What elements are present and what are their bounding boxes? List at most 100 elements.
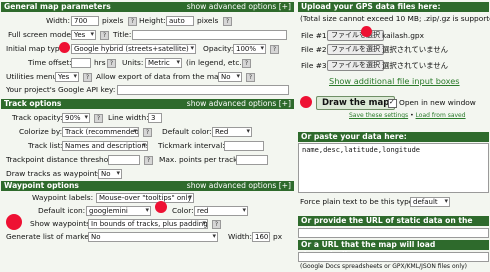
waypoint-width-label: Width:	[228, 232, 252, 241]
width-unit: pixels	[102, 16, 124, 25]
track-opacity-label: Track opacity:	[12, 113, 63, 122]
dynamic-header: Or a URL that the map will load dynamica…	[298, 240, 489, 259]
settings-separator: •	[410, 112, 414, 119]
waypoint-color-select[interactable]: red	[194, 206, 248, 216]
track-advanced-link[interactable]: show advanced options [+]	[187, 99, 291, 109]
file2-filename: 選択されていません	[382, 45, 449, 54]
height-unit: pixels	[197, 16, 219, 25]
title-input[interactable]	[132, 30, 287, 40]
default-color-select[interactable]: Red	[212, 127, 252, 137]
additional-files-link[interactable]: Show additional file input boxes	[329, 76, 460, 86]
max-points-label: Max. points per track:	[159, 155, 240, 164]
opacity-help-icon[interactable]: ?	[270, 45, 279, 54]
units-help-icon[interactable]: ?	[242, 59, 251, 68]
load-saved-link[interactable]: Load from saved	[416, 112, 466, 119]
force-type-select[interactable]: default	[410, 197, 450, 207]
height-help-icon[interactable]: ?	[223, 17, 232, 26]
file3-label: File #3	[301, 61, 327, 70]
line-width-input[interactable]: 3	[148, 113, 162, 123]
tickmark-input[interactable]	[224, 141, 264, 151]
upload-header-title: Upload your GPS data files here:	[301, 2, 441, 11]
generate-list-select[interactable]: No	[88, 232, 218, 242]
utilities-select[interactable]: Yes	[55, 72, 79, 82]
track-list-label: Track list:	[28, 141, 64, 150]
distance-threshold-input[interactable]	[108, 155, 140, 165]
force-type-label: Force plain text to be this type:	[300, 197, 416, 206]
draw-waypoints-label: Draw tracks as waypoints:	[6, 169, 104, 178]
file1-filename: kailash.gpx	[382, 31, 424, 40]
track-opacity-select[interactable]: 90%	[62, 113, 90, 123]
time-offset-unit: hrs	[94, 58, 106, 67]
time-offset-help-icon[interactable]: ?	[107, 59, 116, 68]
height-input[interactable]: auto	[166, 16, 194, 26]
width-help-icon[interactable]: ?	[128, 17, 137, 26]
allow-export-label: Allow export of data from the map:	[96, 72, 226, 81]
show-waypoints-marker-icon	[6, 214, 22, 230]
time-offset-label: Time offset:	[28, 58, 72, 67]
default-icon-label: Default icon:	[38, 206, 86, 215]
track-header: Track options show advanced options [+]	[1, 99, 294, 109]
distance-threshold-label: Trackpoint distance threshold:	[6, 155, 118, 164]
waypoint-width-input[interactable]: 160	[252, 232, 270, 242]
default-icon-select[interactable]: googlemini	[86, 206, 151, 216]
fullscreen-help-icon[interactable]: ?	[100, 31, 109, 40]
settings-links: Save these settings • Load from saved	[349, 111, 466, 121]
opacity-label: Opacity:	[203, 44, 234, 53]
track-header-title: Track options	[4, 99, 62, 108]
general-advanced-link[interactable]: show advanced options [+]	[187, 2, 291, 12]
file2-label: File #2	[301, 45, 327, 54]
initial-map-select[interactable]: Google hybrid (streets+satellite)	[71, 44, 196, 54]
show-waypoints-help-icon[interactable]: ?	[212, 220, 221, 229]
waypoint-labels-select[interactable]: Mouse-over "tooltips" only	[96, 193, 194, 203]
dynamic-url-input[interactable]	[298, 252, 489, 262]
utilities-label: Utilities menu:	[6, 72, 60, 81]
paste-data-textarea[interactable]: name,desc,latitude,longitude	[298, 143, 489, 193]
opacity-select[interactable]: 100%	[233, 44, 266, 54]
utilities-help-icon[interactable]: ?	[83, 73, 92, 82]
title-label: Title:	[113, 30, 132, 39]
distance-threshold-help-icon[interactable]: ?	[144, 156, 153, 165]
file3-filename: 選択されていません	[382, 61, 449, 70]
track-list-select[interactable]: Names and descriptions	[62, 141, 148, 151]
file3-choose-button[interactable]: ファイルを選択	[327, 60, 384, 71]
waypoint-header-title: Waypoint options	[4, 181, 79, 190]
api-key-input[interactable]	[117, 85, 289, 95]
file1-choose-button[interactable]: ファイルを選択	[327, 30, 384, 41]
open-window-checkbox[interactable]	[388, 98, 397, 108]
max-points-input[interactable]	[236, 155, 268, 165]
waypoint-labels-label: Waypoint labels:	[32, 193, 94, 202]
fullscreen-select[interactable]: Yes	[71, 30, 96, 40]
file2-choose-button[interactable]: ファイルを選択	[327, 44, 384, 55]
draw-map-marker-icon	[300, 96, 312, 108]
draw-map-button[interactable]: Draw the map	[316, 96, 396, 110]
tickmark-label: Tickmark interval:	[158, 141, 225, 150]
initial-map-label: Initial map type:	[6, 44, 67, 53]
track-opacity-help-icon[interactable]: ?	[94, 114, 103, 123]
colorize-select[interactable]: Track (recommended)	[62, 127, 139, 137]
save-settings-link[interactable]: Save these settings	[349, 112, 408, 119]
default-color-label: Default color:	[162, 127, 212, 136]
height-label: Height:	[139, 16, 166, 25]
allow-export-select[interactable]: No	[218, 72, 242, 82]
generate-list-label: Generate list of markers:	[6, 232, 99, 241]
draw-waypoints-select[interactable]: No	[98, 169, 122, 179]
waypoint-color-label: Color:	[172, 206, 194, 215]
waypoint-advanced-link[interactable]: show advanced options [+]	[187, 181, 291, 191]
show-waypoints-select[interactable]: In bounds of tracks, plus padding	[88, 219, 208, 229]
waypoint-width-unit: px	[273, 232, 283, 241]
allow-export-help-icon[interactable]: ?	[246, 73, 255, 82]
colorize-label: Colorize by:	[19, 127, 63, 136]
paste-header-title: Or paste your data here:	[301, 132, 407, 141]
fullscreen-label: Full screen mode:	[8, 30, 74, 39]
static-url-input[interactable]	[298, 228, 489, 238]
general-header: General map parameters show advanced opt…	[1, 2, 294, 12]
colorize-help-icon[interactable]: ?	[143, 128, 152, 137]
units-select[interactable]: Metric	[145, 58, 182, 68]
paste-header: Or paste your data here:	[298, 132, 489, 142]
width-input[interactable]: 700	[71, 16, 99, 26]
dynamic-note: (Google Docs spreadsheets or GPX/KML/JSO…	[300, 263, 467, 270]
line-width-label: Line width:	[108, 113, 149, 122]
url-header: Or provide the URL of static data on the…	[298, 216, 489, 235]
time-offset-input[interactable]	[71, 58, 91, 68]
upload-note: (Total size cannot exceed 10 MB; .zip/.g…	[300, 14, 490, 23]
